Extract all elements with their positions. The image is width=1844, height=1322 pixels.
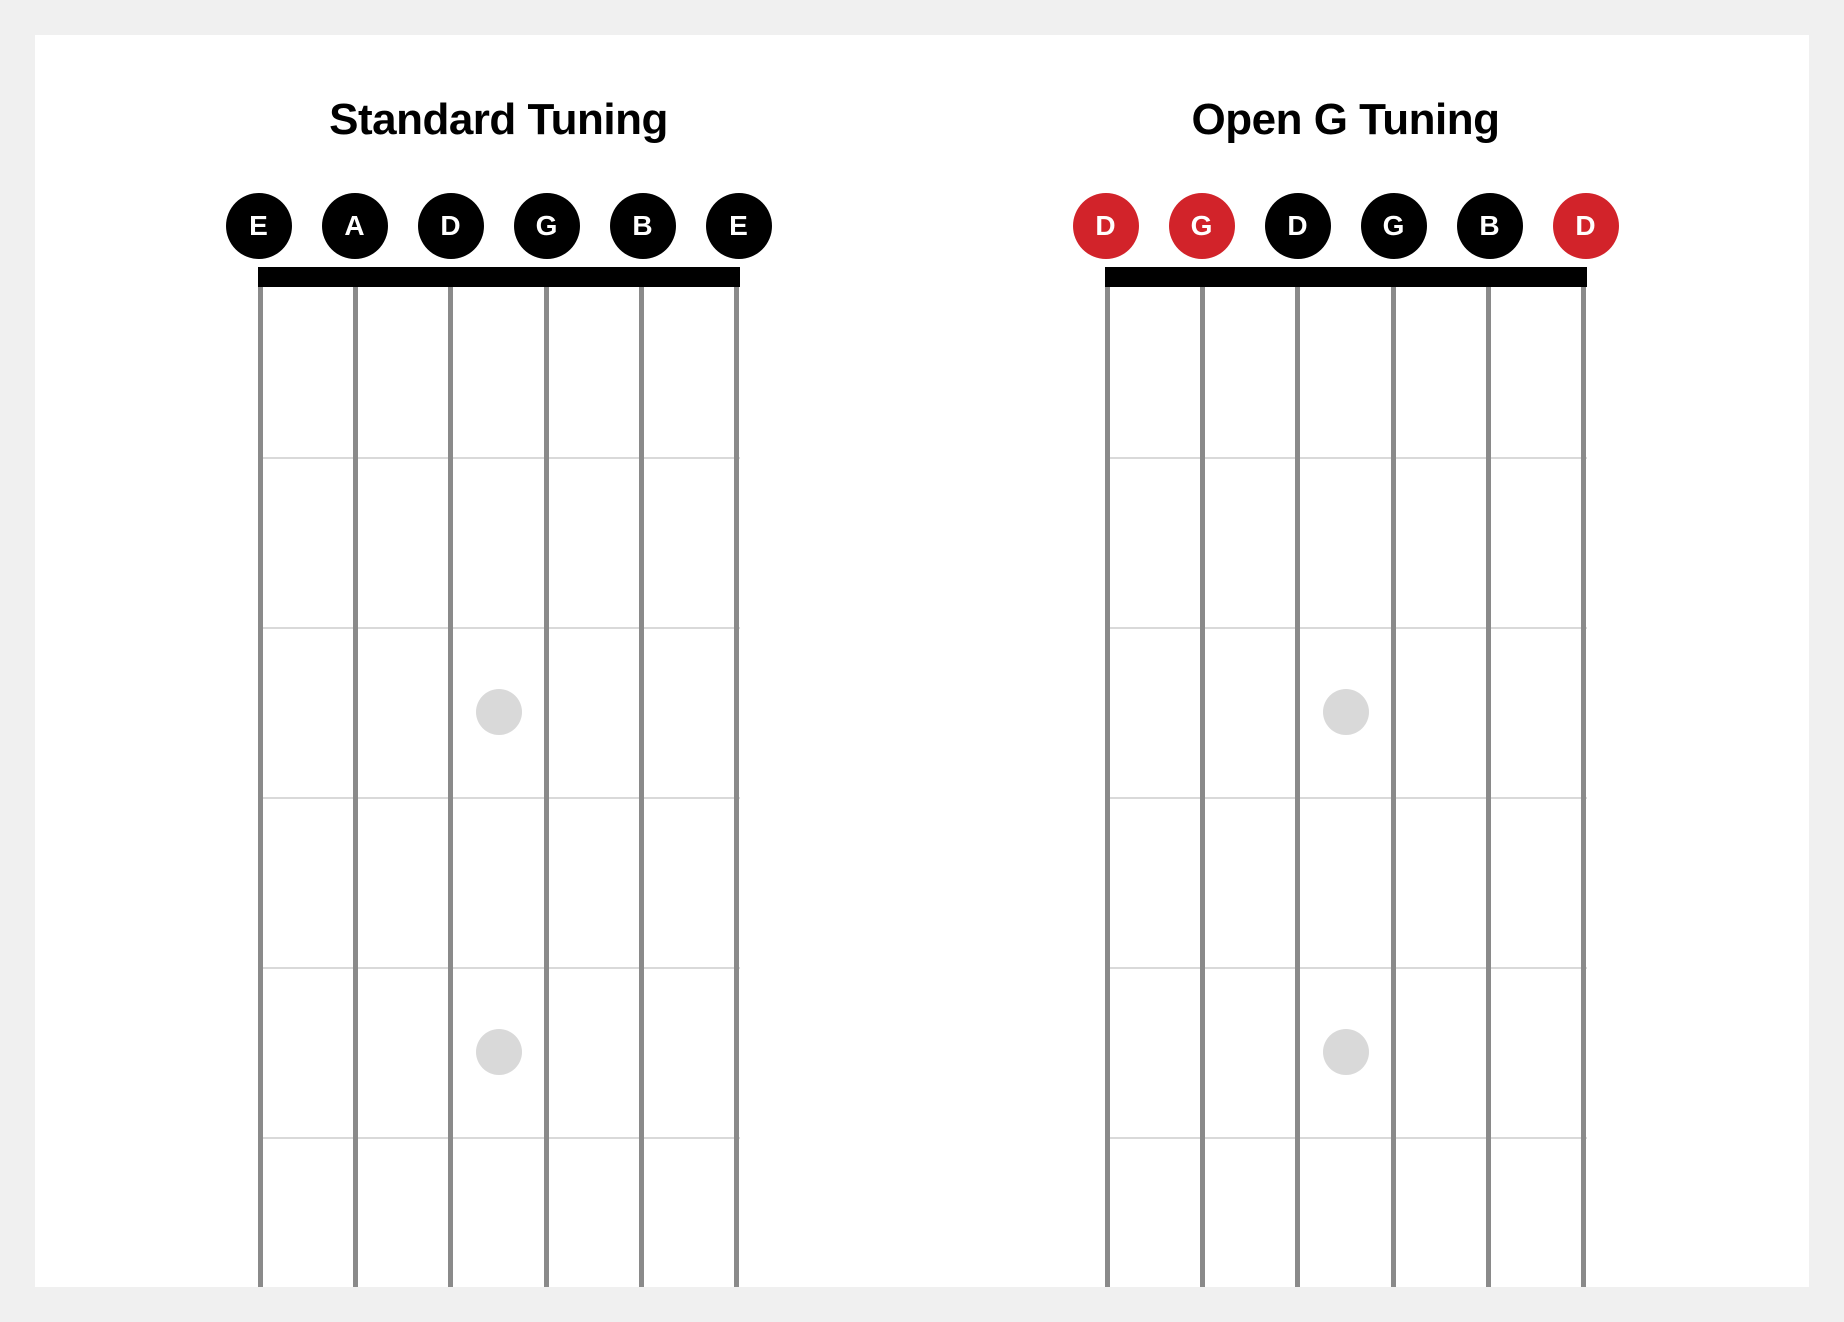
string-note-6: E [706,193,772,259]
string-note-5: B [610,193,676,259]
string-note-4: G [514,193,580,259]
string-line [1581,287,1586,1287]
string-line [1391,287,1396,1287]
string-note-1: D [1073,193,1139,259]
tuning-diagram-open-g: Open G Tuning D G D G B D [1073,95,1619,1287]
string-note-6: D [1553,193,1619,259]
string-note-5: B [1457,193,1523,259]
string-line [353,287,358,1287]
string-line [734,287,739,1287]
string-line [448,287,453,1287]
tuning-title: Standard Tuning [329,95,668,145]
open-string-notes: D G D G B D [1073,193,1619,259]
open-string-notes: E A D G B E [226,193,772,259]
string-line [1486,287,1491,1287]
string-note-2: A [322,193,388,259]
string-note-1: E [226,193,292,259]
string-line [1200,287,1205,1287]
string-note-3: D [1265,193,1331,259]
string-line [544,287,549,1287]
string-line [639,287,644,1287]
tuning-diagram-standard: Standard Tuning E A D G B E [226,95,772,1287]
nut [1105,267,1587,287]
string-line [1105,287,1110,1287]
string-note-4: G [1361,193,1427,259]
tuning-comparison-card: Standard Tuning E A D G B E [35,35,1809,1287]
strings [1105,287,1587,1287]
strings [258,287,740,1287]
tuning-title: Open G Tuning [1192,95,1500,145]
fretboard [226,267,772,1287]
string-line [1295,287,1300,1287]
nut [258,267,740,287]
fretboard [1073,267,1619,1287]
string-note-2: G [1169,193,1235,259]
string-note-3: D [418,193,484,259]
string-line [258,287,263,1287]
